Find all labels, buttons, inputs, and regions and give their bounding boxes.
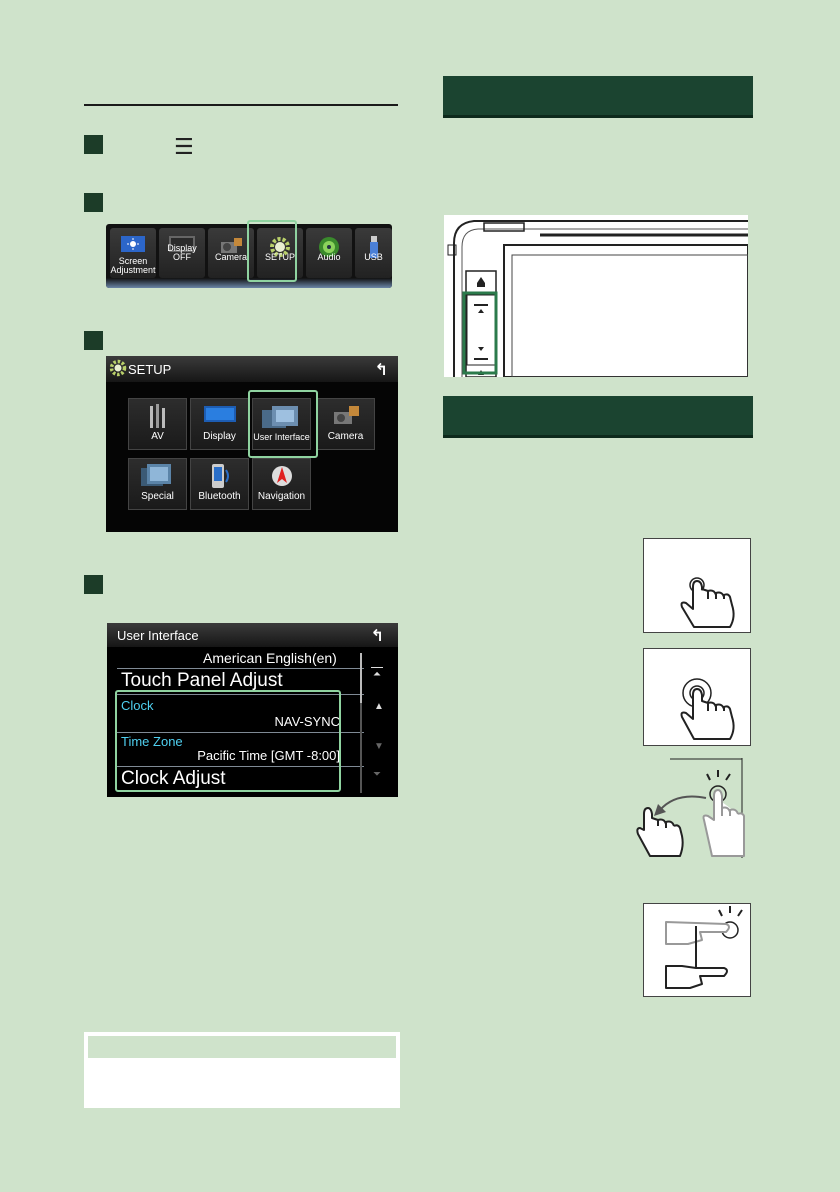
popup-item-display-off[interactable]: Display OFF xyxy=(159,228,205,278)
display-icon xyxy=(203,404,236,429)
note-header xyxy=(88,1036,396,1058)
setup-item-label: Navigation xyxy=(257,491,306,502)
menu-icon: ☰ xyxy=(174,134,194,159)
step-marker-3 xyxy=(84,331,103,350)
setup-item-navigation[interactable]: Navigation xyxy=(252,458,311,510)
device-illustration xyxy=(444,215,748,377)
long-press-gesture-illustration xyxy=(643,648,751,746)
step-marker-1 xyxy=(84,135,103,154)
popup-item-screen-adjustment[interactable]: Screen Adjustment xyxy=(110,228,156,278)
popup-item-audio[interactable]: Audio xyxy=(306,228,352,278)
popup-item-usb[interactable]: USB xyxy=(355,228,392,278)
user-interface-highlight xyxy=(248,390,318,458)
scrollbar-thumb[interactable] xyxy=(360,653,362,703)
back-icon[interactable]: ↰ xyxy=(371,626,384,646)
step-marker-4 xyxy=(84,575,103,594)
popup-item-label: Display OFF xyxy=(167,243,197,262)
scroll-top-icon[interactable]: ⏶ xyxy=(373,669,381,680)
scroll-up-icon[interactable]: ▲ xyxy=(374,701,384,712)
screen-adjustment-icon xyxy=(121,236,145,257)
section-rule xyxy=(84,104,398,106)
tap-gesture-illustration xyxy=(643,538,751,633)
setup-item-label: Display xyxy=(203,431,236,442)
setup-item-label: AV xyxy=(151,431,164,442)
setup-title: SETUP xyxy=(128,362,172,377)
camera-icon xyxy=(331,404,361,433)
scroll-down-icon[interactable]: ▼ xyxy=(374,741,384,752)
popup-item-label: Audio xyxy=(317,252,341,262)
setup-item-bluetooth[interactable]: Bluetooth xyxy=(190,458,249,510)
setup-highlight xyxy=(247,220,297,282)
section-header-1 xyxy=(443,76,753,118)
touch-panel-adjust-item[interactable]: Touch Panel Adjust xyxy=(121,670,283,692)
gear-icon xyxy=(109,359,127,382)
setup-item-label: Camera xyxy=(327,431,364,442)
note-box xyxy=(84,1032,400,1108)
setup-item-label: Bluetooth xyxy=(198,491,241,502)
popup-item-label: USB xyxy=(364,252,383,262)
setup-item-display[interactable]: Display xyxy=(190,398,249,450)
setup-item-label: Special xyxy=(141,491,174,502)
clock-settings-highlight xyxy=(115,690,341,792)
popup-item-label: Adjustment xyxy=(110,265,156,275)
scroll-bottom-icon[interactable]: ⏷ xyxy=(373,769,381,780)
section-header-2 xyxy=(443,396,753,438)
ui-title: User Interface xyxy=(117,628,199,643)
setup-item-special[interactable]: Special xyxy=(128,458,187,510)
setup-item-av[interactable]: AV xyxy=(128,398,187,450)
step-marker-2 xyxy=(84,193,103,212)
scroll-gesture-illustration xyxy=(643,903,751,997)
back-icon[interactable]: ↰ xyxy=(375,360,388,380)
flick-gesture-illustration xyxy=(636,758,748,858)
language-value: American English(en) xyxy=(203,650,337,666)
setup-item-camera[interactable]: Camera xyxy=(316,398,375,450)
